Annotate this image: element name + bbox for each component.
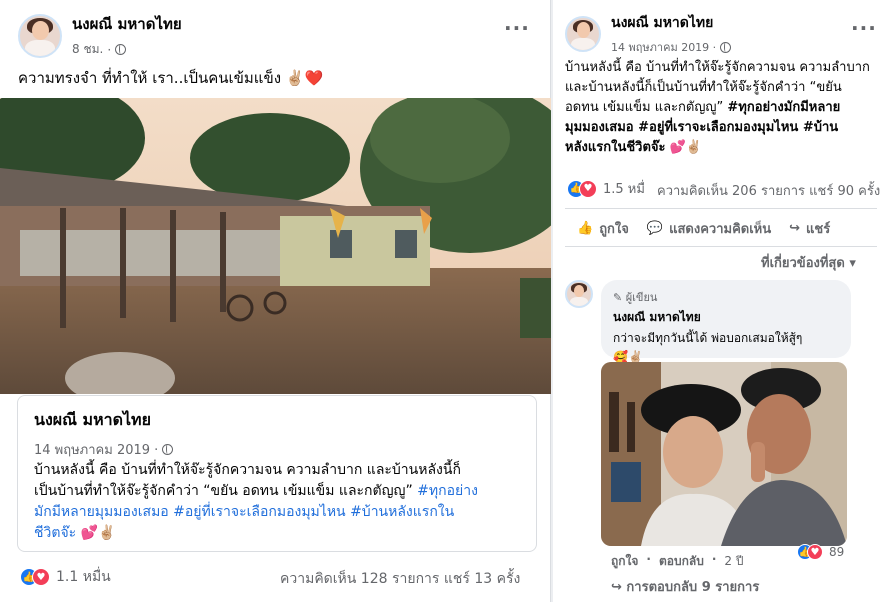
shared-post-card[interactable]: นงผณี มหาดไทย 14 พฤษภาคม 2019 · บ้านหลัง… [17,395,537,552]
author-name[interactable]: นงผณี มหาดไทย [611,12,731,34]
comment-reaction-count: 89 [829,545,845,559]
more-options-icon[interactable]: ··· [504,16,530,40]
right-post: นงผณี มหาดไทย 14 พฤษภาคม 2019 · ··· บ้าน… [553,0,886,602]
comment-like-link[interactable]: ถูกใจ [611,552,638,571]
globe-icon [720,41,732,53]
divider [565,208,877,209]
comment-reply-link[interactable]: ตอบกลับ [659,552,704,571]
comment-author[interactable]: นงผณี มหาดไทย [613,308,839,327]
comment-actions: ถูกใจ · ตอบกลับ · 2 ปี [611,552,743,571]
globe-icon [162,444,174,455]
comment-sort-dropdown[interactable]: ที่เกี่ยวข้องที่สุด ▾ [761,252,856,273]
globe-icon [115,44,127,55]
like-button[interactable]: 👍 ถูกใจ [577,218,629,239]
share-icon: ↪ [789,221,801,236]
left-post: นงผณี มหาดไทย 8 ชม. · ··· ความทรงจำ ที่ท… [0,0,551,602]
love-reaction-icon: ♥ [579,179,597,198]
view-replies-link[interactable]: ↪ การตอบกลับ 9 รายการ [611,576,759,597]
pencil-icon: ✎ [613,291,623,304]
comment-photo[interactable] [601,362,847,546]
hashtag-link[interactable]: หลังแรกในชีวิตจ๊ะ [565,140,666,155]
house-photo[interactable] [0,98,551,394]
hashtag-link[interactable]: มักมีหลายมุมมองเสมอ #อยู่ที่เราจะเลือกมอ… [34,502,534,523]
comment-bubble: ✎ ผู้เขียน นงผณี มหาดไทย กว่าจะมีทุกวันน… [601,280,851,364]
post-caption: บ้านหลังนี้ คือ บ้านที่ทำให้จ๊ะรู้จักควา… [565,60,870,155]
more-options-icon[interactable]: ··· [851,16,877,40]
reaction-count: 1.1 หมื่น [56,569,111,585]
comment-share-count[interactable]: ความคิดเห็น 128 รายการ แชร์ 13 ครั้ง [280,568,520,590]
thumbs-up-icon: 👍 [577,221,594,236]
reaction-summary[interactable]: 👍 ♥ 1.5 หมื่ [567,178,645,199]
post-time[interactable]: 8 ชม. [72,40,103,59]
author-name[interactable]: นงผณี มหาดไทย [72,12,182,36]
shared-author[interactable]: นงผณี มหาดไทย [34,408,173,433]
action-bar: 👍 ถูกใจ 💬 แสดงความคิดเห็น ↪ แชร์ [577,218,830,239]
author-avatar[interactable] [565,16,601,52]
love-reaction-icon: ♥ [32,568,50,586]
commenter-avatar[interactable] [565,280,593,308]
comment-share-count[interactable]: ความคิดเห็น 206 รายการ แชร์ 90 ครั้ง [657,180,880,201]
hashtag-link[interactable]: ชีวิตจ๊ะ [34,525,76,541]
hashtag-link[interactable]: #ทุกอย่างมักมีหลาย [727,100,840,115]
reaction-summary[interactable]: 👍 ♥ 1.1 หมื่น [20,566,111,588]
author-badge: ผู้เขียน [625,291,658,304]
hashtag-link[interactable]: #ทุกอย่าง [417,483,478,499]
post-caption: ความทรงจำ ที่ทำให้ เรา..เป็นคนเข้มแข็ง ✌… [18,69,324,87]
hashtag-link[interactable]: มุมมองเสมอ #อยู่ที่เราจะเลือกมองมุมไหน #… [565,120,838,135]
share-button[interactable]: ↪ แชร์ [789,218,830,239]
shared-caption: บ้านหลังนี้ คือ บ้านที่ทำให้จ๊ะรู้จักควา… [34,460,534,544]
post-date[interactable]: 14 พฤษภาคม 2019 · [611,38,716,56]
author-avatar[interactable] [18,13,62,58]
comment-button[interactable]: 💬 แสดงความคิดเห็น [647,218,771,239]
shared-date[interactable]: 14 พฤษภาคม 2019 · [34,439,158,460]
comment-reaction-summary[interactable]: 👍 ♥ 89 [797,544,844,560]
divider [565,246,877,247]
post-header: นงผณี มหาดไทย 14 พฤษภาคม 2019 · [565,12,732,56]
comment-icon: 💬 [646,221,664,236]
comment-text: กว่าจะมีทุกวันนี้ได้ พ่อบอกเสมอให้สู้ๆ [613,331,803,345]
post-header: นงผณี มหาดไทย 8 ชม. · [18,12,182,59]
comment-age[interactable]: 2 ปี [724,552,743,571]
reaction-count: 1.5 หมื่ [603,182,645,197]
love-reaction-icon: ♥ [807,544,823,560]
